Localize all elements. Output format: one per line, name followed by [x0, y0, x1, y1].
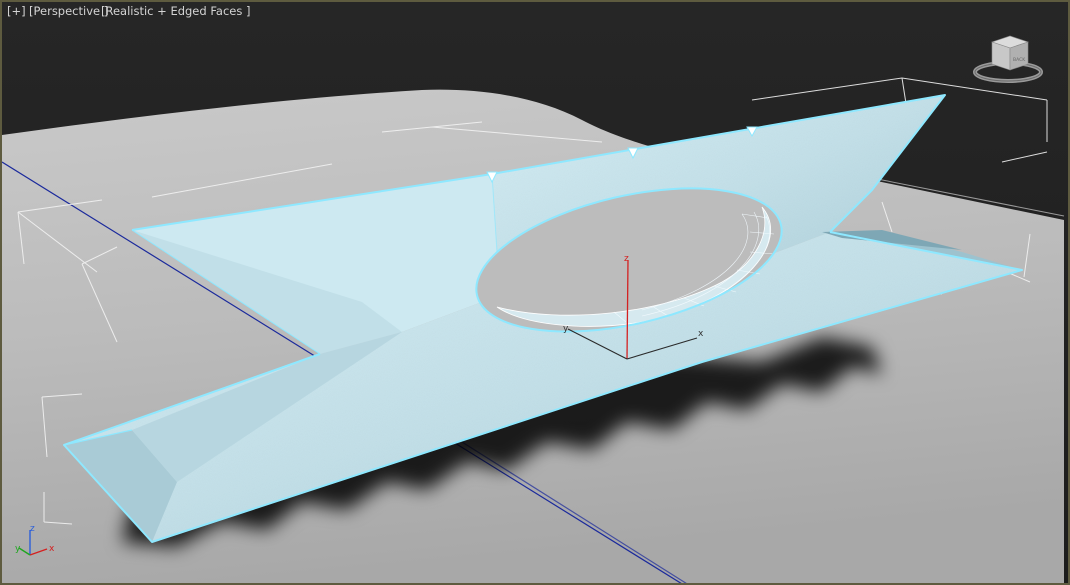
viewport-shading-label[interactable]: [Realistic + Edged Faces ]	[101, 3, 250, 19]
viewcube-icon[interactable]: BACK	[970, 30, 1050, 86]
viewport-menu-label[interactable]: [+]	[7, 3, 26, 19]
gizmo-y-label: y	[563, 324, 569, 334]
tripod-y-label: y	[15, 544, 21, 554]
tripod-z-label: z	[30, 524, 35, 534]
scene-canvas[interactable]: z x y z x y	[2, 2, 1070, 585]
gizmo-x-label: x	[698, 329, 704, 339]
tripod-x-label: x	[49, 544, 55, 554]
perspective-viewport[interactable]: z x y z x y [+] [Perspective ] [Realisti…	[0, 0, 1070, 585]
gizmo-z-label: z	[624, 254, 629, 264]
viewcube-face-label: BACK	[1013, 57, 1026, 63]
viewport-view-label[interactable]: [Perspective ]	[29, 3, 108, 19]
